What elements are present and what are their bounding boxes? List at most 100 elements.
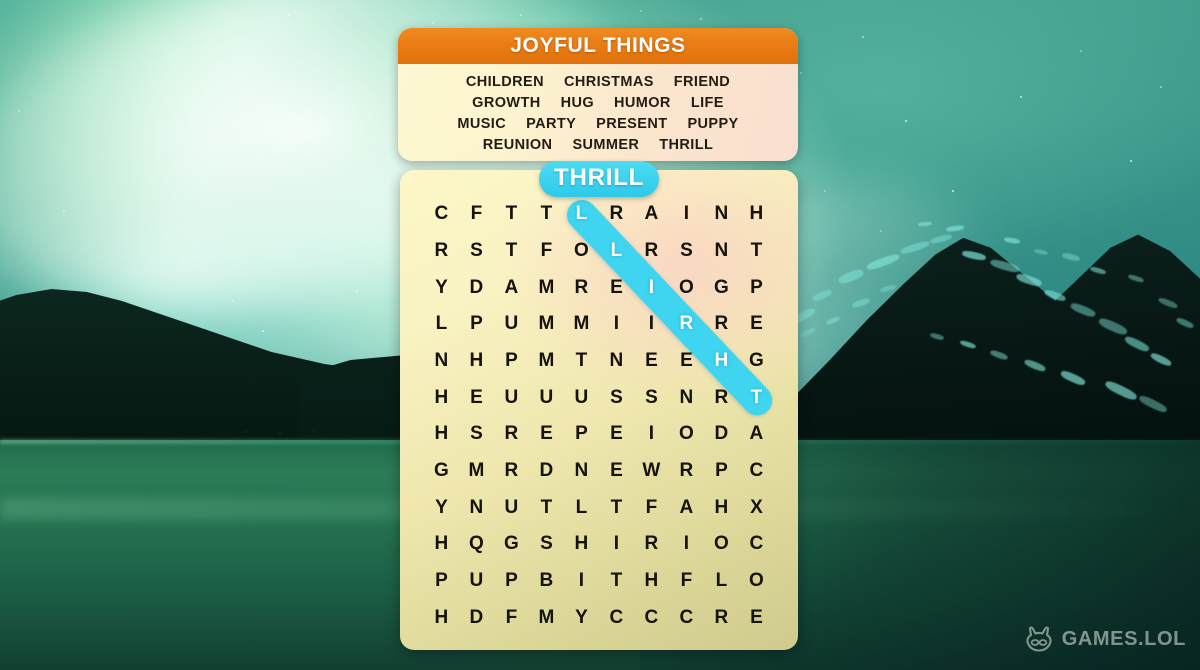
grid-cell[interactable]: U	[529, 387, 564, 409]
grid-cell[interactable]: E	[739, 313, 774, 335]
grid-cell[interactable]: L	[599, 240, 634, 262]
grid-cell[interactable]: S	[459, 423, 494, 445]
grid-cell[interactable]: E	[634, 350, 669, 372]
grid-cell[interactable]: A	[494, 277, 529, 299]
grid-cell[interactable]: D	[459, 277, 494, 299]
grid-cell[interactable]: L	[564, 203, 599, 225]
grid-cell[interactable]: T	[494, 203, 529, 225]
grid-cell[interactable]: F	[459, 203, 494, 225]
grid-cell[interactable]: T	[529, 203, 564, 225]
grid-cell[interactable]: R	[704, 387, 739, 409]
letter-grid[interactable]: CFTTLRAINHRSTFOLRSNTYDAMREIOGPLPUMMIIRRE…	[400, 170, 798, 650]
grid-cell[interactable]: T	[599, 497, 634, 519]
grid-cell[interactable]: P	[739, 277, 774, 299]
grid-cell[interactable]: O	[669, 423, 704, 445]
grid-cell[interactable]: I	[599, 533, 634, 555]
grid-cell[interactable]: Y	[564, 607, 599, 629]
grid-cell[interactable]: W	[634, 460, 669, 482]
grid-cell[interactable]: R	[669, 460, 704, 482]
grid-cell[interactable]: E	[669, 350, 704, 372]
grid-cell[interactable]: S	[599, 387, 634, 409]
grid-cell[interactable]: E	[599, 423, 634, 445]
grid-cell[interactable]: T	[739, 387, 774, 409]
grid-cell[interactable]: S	[634, 387, 669, 409]
grid-cell[interactable]: M	[529, 313, 564, 335]
grid-cell[interactable]: N	[564, 460, 599, 482]
grid-cell[interactable]: E	[599, 460, 634, 482]
grid-cell[interactable]: H	[424, 423, 459, 445]
grid-cell[interactable]: U	[494, 497, 529, 519]
grid-cell[interactable]: C	[424, 203, 459, 225]
grid-cell[interactable]: C	[599, 607, 634, 629]
grid-cell[interactable]: T	[494, 240, 529, 262]
grid-cell[interactable]: U	[494, 387, 529, 409]
grid-cell[interactable]: E	[529, 423, 564, 445]
grid-cell[interactable]: G	[424, 460, 459, 482]
grid-cell[interactable]: M	[459, 460, 494, 482]
grid-cell[interactable]: F	[494, 607, 529, 629]
grid-cell[interactable]: R	[564, 277, 599, 299]
grid-cell[interactable]: L	[704, 570, 739, 592]
grid-cell[interactable]: R	[704, 313, 739, 335]
grid-cell[interactable]: U	[494, 313, 529, 335]
grid-cell[interactable]: N	[599, 350, 634, 372]
grid-cell[interactable]: L	[424, 313, 459, 335]
grid-cell[interactable]: B	[529, 570, 564, 592]
grid-cell[interactable]: S	[669, 240, 704, 262]
grid-cell[interactable]: O	[704, 533, 739, 555]
grid-cell[interactable]: H	[424, 387, 459, 409]
grid-cell[interactable]: A	[669, 497, 704, 519]
grid-cell[interactable]: C	[739, 533, 774, 555]
grid-cell[interactable]: N	[704, 203, 739, 225]
grid-cell[interactable]: M	[564, 313, 599, 335]
grid-cell[interactable]: E	[739, 607, 774, 629]
grid-cell[interactable]: N	[424, 350, 459, 372]
grid-cell[interactable]: R	[634, 240, 669, 262]
grid-cell[interactable]: G	[739, 350, 774, 372]
grid-cell[interactable]: D	[459, 607, 494, 629]
grid-cell[interactable]: R	[494, 423, 529, 445]
grid-cell[interactable]: C	[669, 607, 704, 629]
grid-cell[interactable]: P	[494, 350, 529, 372]
grid-cell[interactable]: X	[739, 497, 774, 519]
grid-cell[interactable]: I	[564, 570, 599, 592]
grid-cell[interactable]: T	[564, 350, 599, 372]
word-search-grid-card[interactable]: CFTTLRAINHRSTFOLRSNTYDAMREIOGPLPUMMIIRRE…	[400, 170, 798, 650]
grid-cell[interactable]: S	[459, 240, 494, 262]
grid-cell[interactable]: S	[529, 533, 564, 555]
grid-cell[interactable]: N	[704, 240, 739, 262]
grid-cell[interactable]: G	[494, 533, 529, 555]
grid-cell[interactable]: H	[564, 533, 599, 555]
grid-cell[interactable]: P	[494, 570, 529, 592]
grid-cell[interactable]: N	[459, 497, 494, 519]
grid-cell[interactable]: P	[564, 423, 599, 445]
grid-cell[interactable]: H	[424, 533, 459, 555]
grid-cell[interactable]: F	[529, 240, 564, 262]
grid-cell[interactable]: A	[634, 203, 669, 225]
grid-cell[interactable]: R	[494, 460, 529, 482]
grid-cell[interactable]: R	[704, 607, 739, 629]
grid-cell[interactable]: T	[529, 497, 564, 519]
grid-cell[interactable]: I	[634, 313, 669, 335]
grid-cell[interactable]: H	[634, 570, 669, 592]
grid-cell[interactable]: H	[704, 497, 739, 519]
grid-cell[interactable]: M	[529, 607, 564, 629]
grid-cell[interactable]: C	[634, 607, 669, 629]
grid-cell[interactable]: F	[669, 570, 704, 592]
grid-cell[interactable]: O	[739, 570, 774, 592]
grid-cell[interactable]: L	[564, 497, 599, 519]
grid-cell[interactable]: O	[669, 277, 704, 299]
grid-cell[interactable]: M	[529, 277, 564, 299]
grid-cell[interactable]: I	[669, 203, 704, 225]
grid-cell[interactable]: F	[634, 497, 669, 519]
grid-cell[interactable]: Q	[459, 533, 494, 555]
grid-cell[interactable]: P	[459, 313, 494, 335]
grid-cell[interactable]: A	[739, 423, 774, 445]
grid-cell[interactable]: I	[599, 313, 634, 335]
grid-cell[interactable]: U	[564, 387, 599, 409]
grid-cell[interactable]: D	[704, 423, 739, 445]
grid-cell[interactable]: E	[599, 277, 634, 299]
grid-cell[interactable]: M	[529, 350, 564, 372]
grid-cell[interactable]: R	[634, 533, 669, 555]
grid-cell[interactable]: E	[459, 387, 494, 409]
